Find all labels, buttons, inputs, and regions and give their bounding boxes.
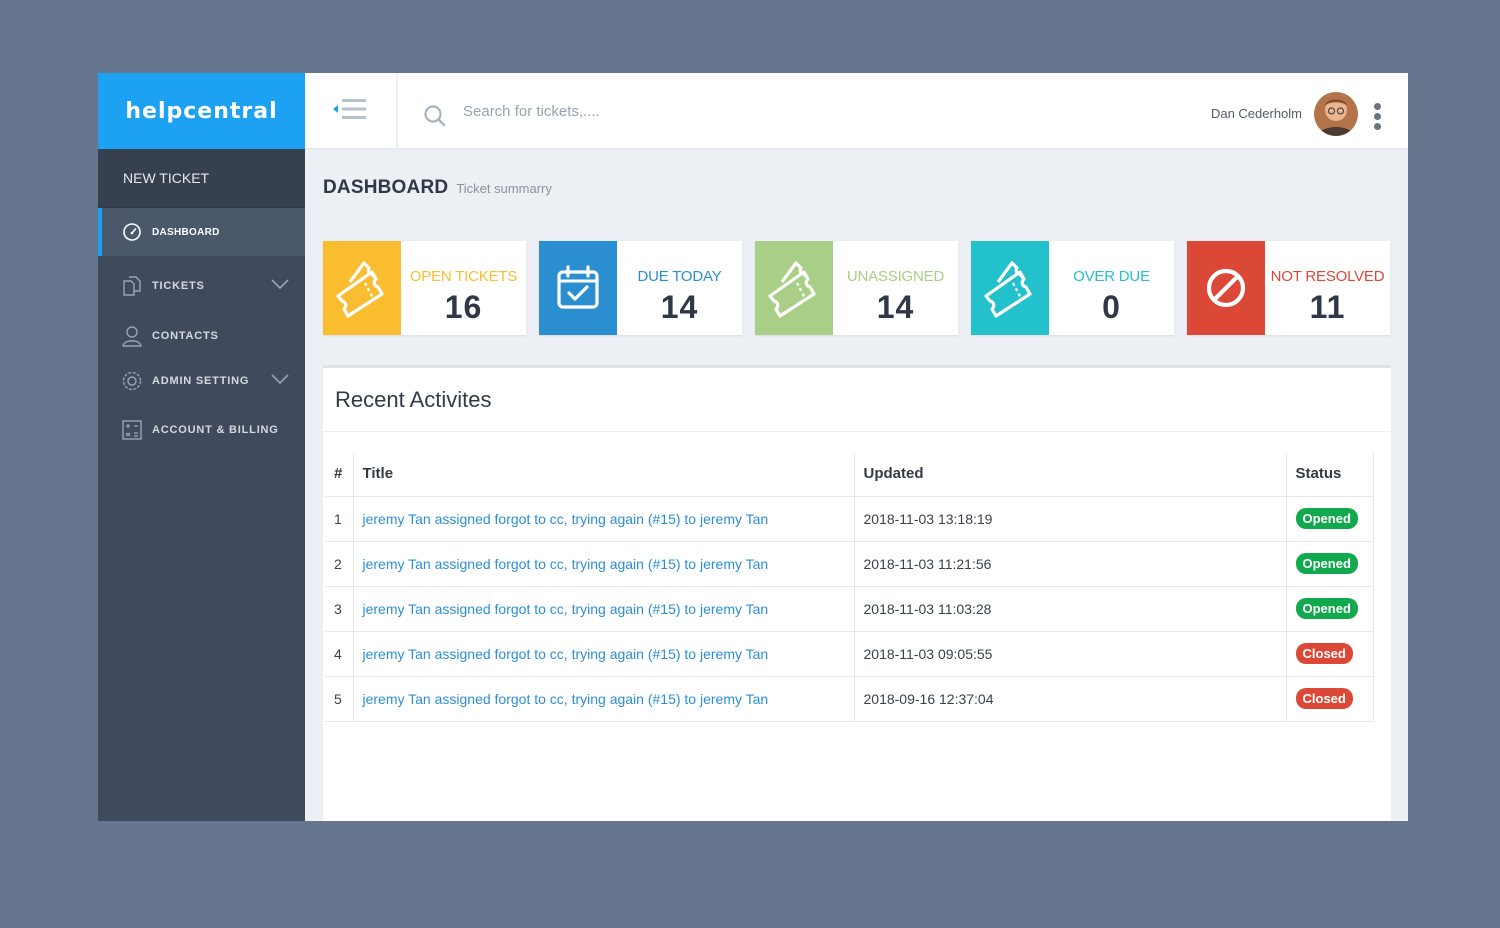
calendar-check-icon (539, 241, 617, 335)
column-header-title[interactable]: Title (353, 452, 855, 496)
ticket-link[interactable]: jeremy Tan assigned forgot to cc, trying… (363, 691, 769, 707)
sidebar-item-label: TICKETS (152, 280, 205, 292)
sidebar-item-admin-setting[interactable]: ADMIN SETTING (98, 357, 305, 405)
prohibited-icon (1187, 241, 1265, 335)
gear-icon (121, 370, 143, 392)
divider (323, 431, 1391, 432)
stat-card-over-due[interactable]: OVER DUE 0 (971, 241, 1174, 335)
stat-card-open-tickets[interactable]: OPEN TICKETS 16 (323, 241, 526, 335)
table-row[interactable]: 1 jeremy Tan assigned forgot to cc, tryin… (325, 495, 1374, 541)
stat-card-not-resolved[interactable]: NOT RESOLVED 11 (1187, 241, 1390, 335)
row-number: 4 (325, 630, 354, 676)
stat-value: 14 (660, 289, 699, 325)
stat-card-due-today[interactable]: DUE TODAY 14 (539, 241, 742, 335)
stat-value: 16 (444, 289, 483, 325)
calculator-icon (121, 419, 143, 441)
speedometer-icon (121, 221, 143, 243)
stat-card-unassigned[interactable]: UNASSIGNED 14 (755, 241, 958, 335)
avatar[interactable] (1314, 92, 1358, 136)
ticket-link[interactable]: jeremy Tan assigned forgot to cc, trying… (363, 556, 769, 572)
column-header-updated[interactable]: Updated (854, 452, 1287, 496)
status-badge: Opened (1295, 553, 1358, 574)
ticket-icon (323, 241, 401, 335)
sidebar-item-label: CONTACTS (152, 330, 219, 342)
panel-title: Recent Activites (335, 387, 492, 412)
recent-activities-panel: Recent Activites # Title Updated Status … (323, 365, 1391, 821)
brand-logo[interactable]: helpcentral (98, 73, 305, 149)
stat-value: 14 (876, 289, 915, 325)
ticket-link[interactable]: jeremy Tan assigned forgot to cc, trying… (363, 601, 769, 617)
search-input[interactable] (463, 99, 963, 123)
sidebar: helpcentral NEW TICKET DASHBOARD TICKETS… (98, 73, 305, 821)
app-window: helpcentral NEW TICKET DASHBOARD TICKETS… (98, 73, 1408, 821)
user-icon (121, 325, 143, 347)
sidebar-item-tickets[interactable]: TICKETS (98, 262, 305, 310)
row-number: 1 (325, 495, 354, 541)
stat-value: 0 (1102, 289, 1121, 325)
sidebar-item-label: ACCOUNT & BILLING (152, 424, 279, 436)
sidebar-item-label: DASHBOARD (152, 226, 220, 238)
user-name[interactable]: Dan Cederholm (1211, 106, 1302, 121)
status-badge: Opened (1295, 508, 1358, 529)
updated-timestamp: 2018-11-03 11:21:56 (854, 540, 1287, 586)
chevron-down-icon[interactable] (271, 278, 289, 293)
new-ticket-button[interactable]: NEW TICKET (98, 149, 305, 208)
updated-timestamp: 2018-11-03 09:05:55 (854, 630, 1287, 676)
row-number: 3 (325, 585, 354, 631)
page-header: DASHBOARD Ticket summarry (323, 177, 552, 199)
table-row[interactable]: 5 jeremy Tan assigned forgot to cc, tryin… (325, 675, 1374, 722)
updated-timestamp: 2018-11-03 13:18:19 (854, 495, 1287, 541)
table-row[interactable]: 2 jeremy Tan assigned forgot to cc, tryin… (325, 540, 1374, 586)
menu-toggle-button[interactable] (305, 73, 398, 149)
updated-timestamp: 2018-09-16 12:37:04 (854, 675, 1287, 722)
table-header-row: # Title Updated Status (325, 452, 1374, 496)
column-header-status[interactable]: Status (1286, 452, 1374, 496)
stat-label: OVER DUE (1073, 268, 1150, 285)
page-subtitle: Ticket summarry (456, 181, 552, 196)
top-bar: Dan Cederholm (305, 73, 1408, 149)
status-badge: Opened (1295, 598, 1358, 619)
ticket-link[interactable]: jeremy Tan assigned forgot to cc, trying… (363, 646, 769, 662)
ticket-icon (755, 241, 833, 335)
brand-name: helpcentral (125, 98, 278, 124)
activities-table: # Title Updated Status 1 jeremy Tan assig… (325, 452, 1374, 722)
documents-icon (121, 275, 143, 297)
page-title: DASHBOARD (323, 177, 449, 198)
collapse-menu-icon (332, 97, 370, 126)
status-badge: Closed (1295, 643, 1353, 664)
more-options-icon[interactable] (1374, 103, 1382, 131)
row-number: 5 (325, 675, 354, 722)
updated-timestamp: 2018-11-03 11:03:28 (854, 585, 1287, 631)
stat-value: 11 (1309, 289, 1346, 325)
ticket-icon (971, 241, 1049, 335)
sidebar-item-dashboard[interactable]: DASHBOARD (98, 208, 305, 256)
row-number: 2 (325, 540, 354, 586)
sidebar-item-account-billing[interactable]: ACCOUNT & BILLING (98, 406, 305, 454)
stat-label: UNASSIGNED (846, 268, 945, 285)
stat-label: NOT RESOLVED (1270, 268, 1385, 285)
table-row[interactable]: 4 jeremy Tan assigned forgot to cc, tryin… (325, 630, 1374, 676)
ticket-link[interactable]: jeremy Tan assigned forgot to cc, trying… (363, 511, 769, 527)
chevron-down-icon[interactable] (271, 373, 289, 388)
search-icon[interactable] (423, 104, 447, 133)
sidebar-item-contacts[interactable]: CONTACTS (98, 312, 305, 360)
stat-label: DUE TODAY (637, 268, 722, 285)
table-row[interactable]: 3 jeremy Tan assigned forgot to cc, tryin… (325, 585, 1374, 631)
status-badge: Closed (1295, 688, 1353, 709)
column-header-number[interactable]: # (325, 452, 354, 496)
sidebar-item-label: ADMIN SETTING (152, 375, 250, 387)
stat-label: OPEN TICKETS (409, 268, 518, 285)
